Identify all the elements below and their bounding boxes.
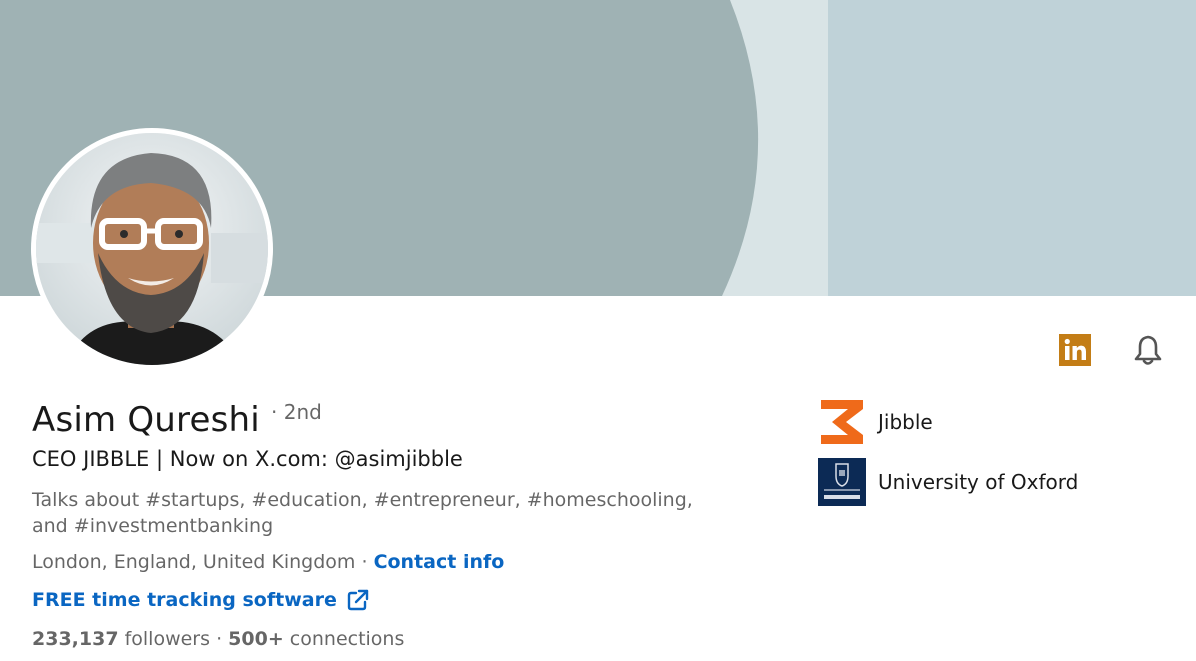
jibble-logo — [818, 398, 866, 446]
stats-row: 233,137 followers · 500+ connections — [32, 628, 404, 650]
website-link-row[interactable]: FREE time tracking software — [32, 589, 369, 611]
external-link-icon — [347, 589, 369, 611]
bell-icon[interactable] — [1131, 333, 1165, 367]
org-oxford[interactable]: University of Oxford — [818, 458, 1078, 506]
linkedin-icon[interactable] — [1059, 334, 1091, 366]
org-jibble[interactable]: Jibble — [818, 398, 933, 446]
location-row: London, England, United Kingdom · Contac… — [32, 551, 504, 573]
connections-count[interactable]: 500+ — [228, 628, 284, 650]
followers-count: 233,137 — [32, 628, 119, 650]
stats-separator: · — [210, 628, 229, 650]
location: London, England, United Kingdom — [32, 551, 356, 573]
name-row: Asim Qureshi · 2nd — [32, 400, 322, 440]
contact-info-link[interactable]: Contact info — [374, 551, 505, 573]
followers-label: followers — [118, 628, 211, 650]
oxford-logo — [818, 458, 866, 506]
talks-about: Talks about #startups, #education, #entr… — [32, 489, 693, 537]
location-separator: · — [355, 551, 374, 573]
profile-name: Asim Qureshi — [32, 400, 260, 440]
profile-photo[interactable] — [31, 128, 273, 370]
profile-headline: CEO JIBBLE | Now on X.com: @asimjibble — [32, 447, 463, 471]
org-label: University of Oxford — [878, 470, 1079, 494]
website-link[interactable]: FREE time tracking software — [32, 589, 337, 611]
connection-degree: · 2nd — [271, 400, 322, 424]
org-label: Jibble — [878, 410, 933, 434]
connections-label[interactable]: connections — [284, 628, 405, 650]
